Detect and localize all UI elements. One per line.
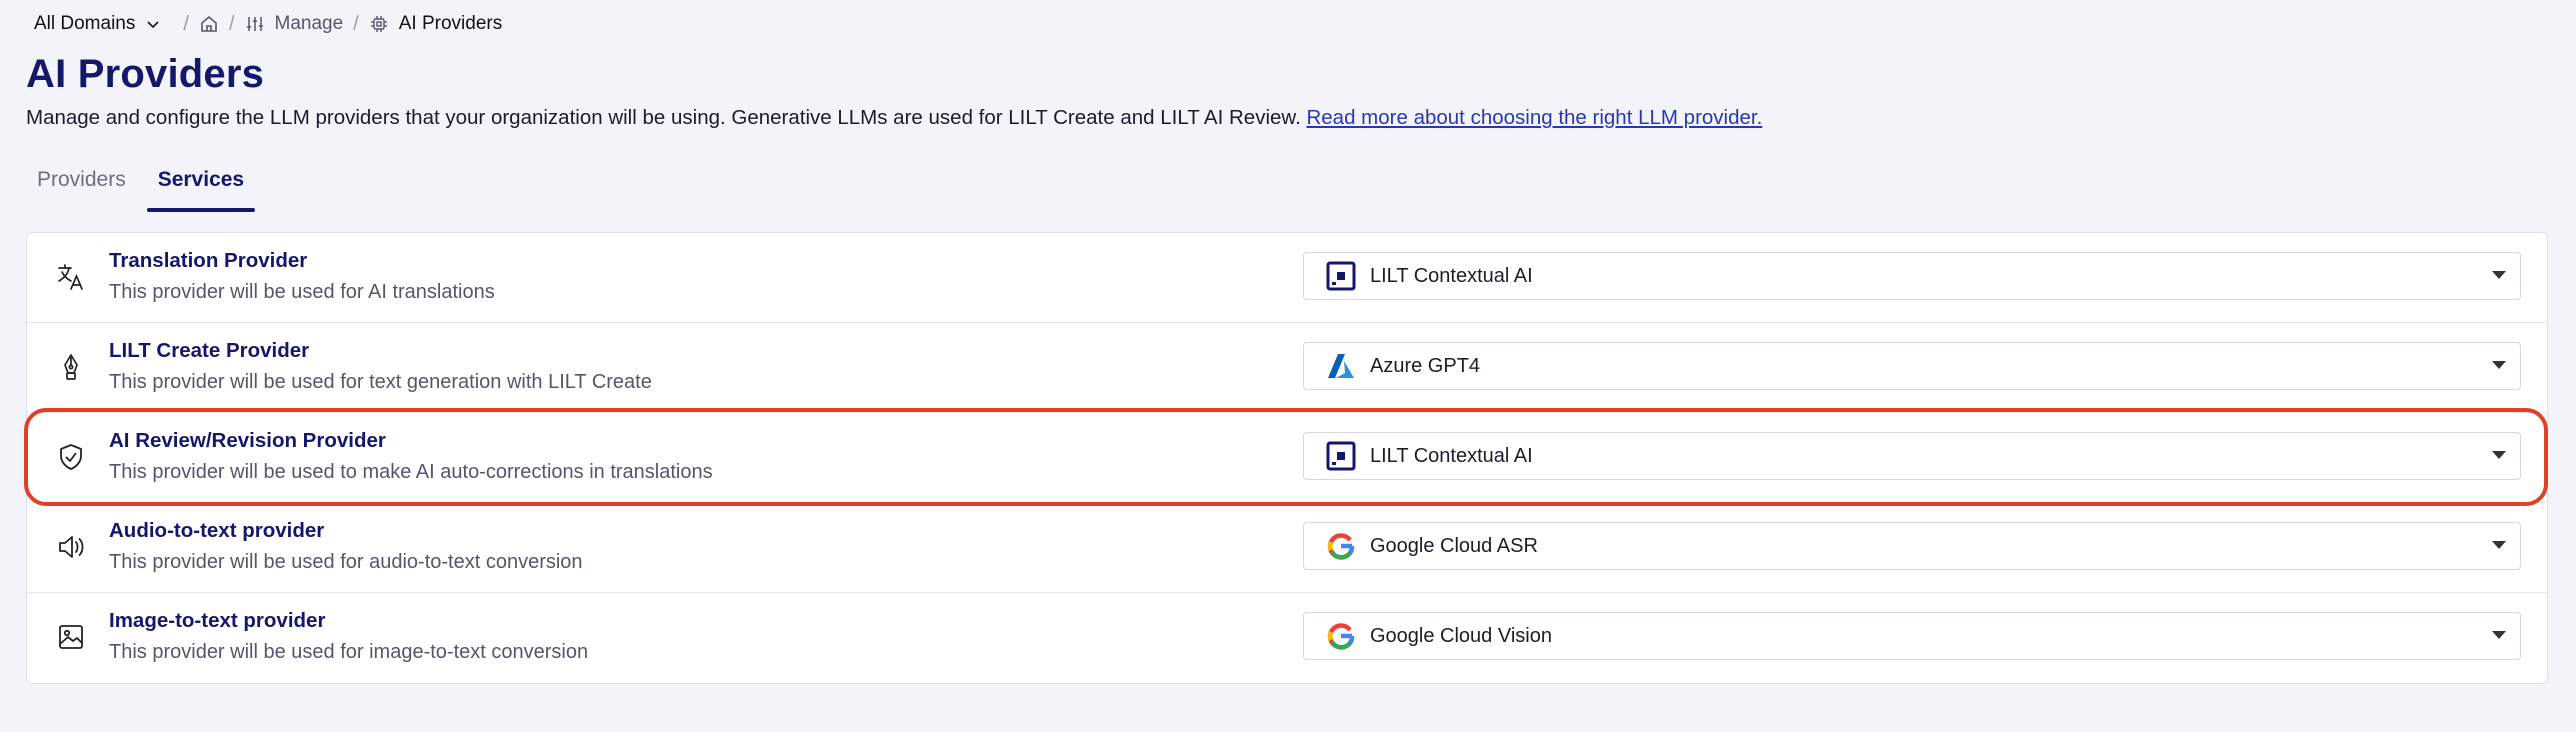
service-row-audio: Audio-to-text provider This provider wil…	[27, 503, 2547, 593]
breadcrumb-home[interactable]	[199, 14, 219, 34]
service-row-create: LILT Create Provider This provider will …	[27, 323, 2547, 413]
breadcrumb-separator: /	[353, 12, 359, 35]
chip-icon	[370, 16, 387, 32]
tab-bar: Providers Services	[26, 160, 265, 212]
caret-down-icon	[2492, 361, 2506, 369]
review-provider-select[interactable]: LILT Contextual AI	[1303, 432, 2521, 480]
service-title: Translation Provider	[109, 249, 308, 272]
service-subtitle: This provider will be used for text gene…	[109, 371, 652, 393]
translation-provider-select[interactable]: LILT Contextual AI	[1303, 252, 2521, 300]
google-logo-icon	[1326, 621, 1356, 651]
shield-check-icon	[55, 441, 87, 473]
page-description-text: Manage and configure the LLM providers t…	[26, 106, 1307, 129]
caret-down-icon	[2492, 271, 2506, 279]
audio-provider-select[interactable]: Google Cloud ASR	[1303, 522, 2521, 570]
page-title: AI Providers	[26, 52, 265, 96]
pen-nib-icon	[55, 351, 87, 383]
lilt-logo-icon	[1326, 261, 1356, 291]
selected-provider: Azure GPT4	[1370, 354, 1481, 377]
selected-provider: Google Cloud ASR	[1370, 534, 1538, 557]
breadcrumb-manage[interactable]: Manage	[245, 13, 344, 35]
speaker-icon	[55, 531, 87, 563]
service-row-image: Image-to-text provider This provider wil…	[27, 593, 2547, 683]
service-title: Image-to-text provider	[109, 609, 326, 632]
selected-provider: Google Cloud Vision	[1370, 624, 1552, 647]
breadcrumb-current: AI Providers	[369, 13, 502, 35]
llm-provider-help-link[interactable]: Read more about choosing the right LLM p…	[1306, 106, 1762, 129]
breadcrumb-current-label: AI Providers	[398, 13, 503, 34]
service-title: LILT Create Provider	[109, 339, 310, 362]
create-provider-select[interactable]: Azure GPT4	[1303, 342, 2521, 390]
breadcrumb: All Domains / / Manage / AI Providers	[34, 8, 502, 40]
image-provider-select[interactable]: Google Cloud Vision	[1303, 612, 2521, 660]
service-title: AI Review/Revision Provider	[109, 429, 386, 452]
selected-provider: LILT Contextual AI	[1370, 444, 1533, 467]
service-title: Audio-to-text provider	[109, 519, 325, 542]
image-icon	[55, 621, 87, 653]
translate-icon	[55, 261, 87, 293]
page-description: Manage and configure the LLM providers t…	[26, 106, 1762, 130]
azure-logo-icon	[1326, 351, 1356, 381]
breadcrumb-separator: /	[228, 12, 235, 35]
home-icon	[201, 15, 217, 32]
domain-select-label: All Domains	[34, 13, 136, 34]
chevron-down-icon	[147, 21, 160, 29]
service-subtitle: This provider will be used for AI transl…	[109, 281, 495, 303]
tab-providers[interactable]: Providers	[26, 160, 137, 212]
breadcrumb-manage-label: Manage	[274, 13, 344, 34]
caret-down-icon	[2492, 631, 2506, 639]
services-card: Translation Provider This provider will …	[26, 232, 2548, 684]
lilt-logo-icon	[1326, 441, 1356, 471]
service-row-review: AI Review/Revision Provider This provide…	[27, 413, 2547, 503]
service-subtitle: This provider will be used for audio-to-…	[109, 551, 583, 573]
caret-down-icon	[2492, 541, 2506, 549]
selected-provider: LILT Contextual AI	[1370, 264, 1533, 287]
google-logo-icon	[1326, 531, 1356, 561]
service-subtitle: This provider will be used for image-to-…	[109, 641, 589, 663]
domain-select[interactable]: All Domains	[34, 13, 161, 35]
sliders-icon	[246, 17, 263, 31]
breadcrumb-separator: /	[183, 12, 189, 35]
service-subtitle: This provider will be used to make AI au…	[109, 461, 713, 483]
caret-down-icon	[2492, 451, 2506, 459]
service-row-translation: Translation Provider This provider will …	[27, 233, 2547, 323]
tab-services[interactable]: Services	[146, 160, 256, 212]
